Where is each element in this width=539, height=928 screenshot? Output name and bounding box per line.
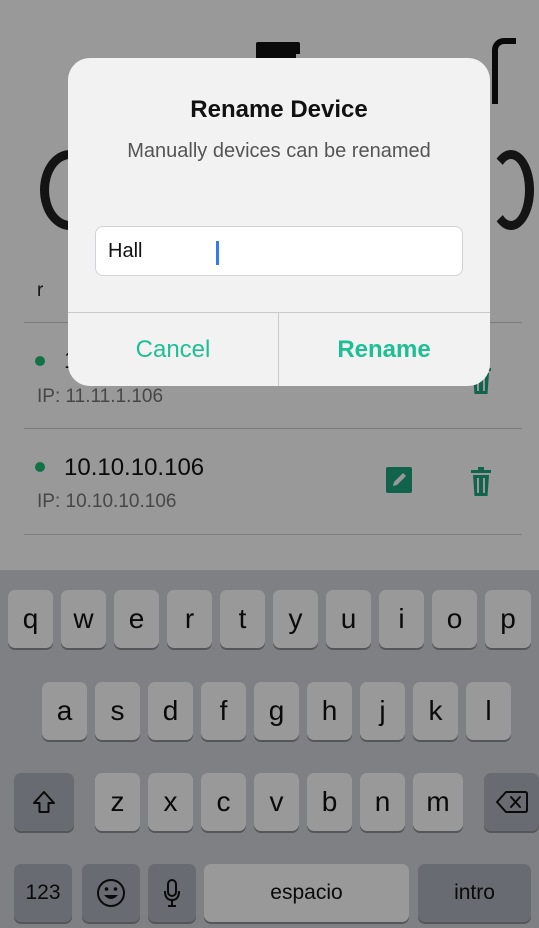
- backspace-icon[interactable]: [484, 773, 539, 831]
- key-j[interactable]: j: [360, 682, 405, 740]
- key-c[interactable]: c: [201, 773, 246, 831]
- key-a[interactable]: a: [42, 682, 87, 740]
- key-y[interactable]: y: [273, 590, 318, 648]
- keyboard: q w e r t y u i o p a s d f g h j k l z …: [0, 570, 539, 928]
- key-h[interactable]: h: [307, 682, 352, 740]
- key-p[interactable]: p: [485, 590, 531, 648]
- list-divider: [24, 534, 522, 535]
- device-row[interactable]: 10.10.10.106 IP: 10.10.10.106: [0, 429, 539, 533]
- rename-device-dialog: Rename Device Manually devices can be re…: [68, 58, 490, 386]
- key-w[interactable]: w: [61, 590, 106, 648]
- key-i[interactable]: i: [379, 590, 424, 648]
- key-q[interactable]: q: [8, 590, 53, 648]
- dialog-title: Rename Device: [190, 96, 368, 123]
- device-name-input[interactable]: [95, 226, 463, 276]
- key-s[interactable]: s: [95, 682, 140, 740]
- key-z[interactable]: z: [95, 773, 140, 831]
- text-cursor: [216, 241, 219, 265]
- key-m[interactable]: m: [413, 773, 463, 831]
- key-n[interactable]: n: [360, 773, 405, 831]
- return-key[interactable]: intro: [418, 864, 531, 922]
- key-u[interactable]: u: [326, 590, 371, 648]
- space-key[interactable]: espacio: [204, 864, 409, 922]
- device-ip: IP: 11.11.1.106: [37, 386, 164, 407]
- rename-button[interactable]: Rename: [279, 313, 489, 386]
- key-b[interactable]: b: [307, 773, 352, 831]
- key-f[interactable]: f: [201, 682, 246, 740]
- key-d[interactable]: d: [148, 682, 193, 740]
- cancel-button[interactable]: Cancel: [68, 313, 278, 386]
- brand-logo-right-glyph: [488, 150, 534, 230]
- key-v[interactable]: v: [254, 773, 299, 831]
- edit-icon[interactable]: [386, 467, 412, 493]
- key-e[interactable]: e: [114, 590, 159, 648]
- brand-logo-tail: [492, 38, 516, 104]
- key-l[interactable]: l: [466, 682, 511, 740]
- key-k[interactable]: k: [413, 682, 458, 740]
- dialog-message: Manually devices can be renamed: [127, 140, 431, 162]
- device-ip: IP: 10.10.10.106: [37, 491, 177, 512]
- key-t[interactable]: t: [220, 590, 265, 648]
- key-g[interactable]: g: [254, 682, 299, 740]
- device-name: 10.10.10.106: [64, 454, 205, 481]
- section-hint: r: [37, 280, 44, 301]
- microphone-icon[interactable]: [148, 864, 196, 922]
- key-x[interactable]: x: [148, 773, 193, 831]
- numbers-key[interactable]: 123: [14, 864, 72, 922]
- screen: r 1 IP: 11.11.1.106 10.10.10.106 IP: 10.…: [0, 0, 539, 928]
- trash-icon[interactable]: [470, 467, 492, 497]
- key-o[interactable]: o: [432, 590, 477, 648]
- online-status-dot: [35, 462, 45, 472]
- key-r[interactable]: r: [167, 590, 212, 648]
- online-status-dot: [35, 356, 45, 366]
- shift-icon[interactable]: [14, 773, 74, 831]
- emoji-icon[interactable]: [82, 864, 140, 922]
